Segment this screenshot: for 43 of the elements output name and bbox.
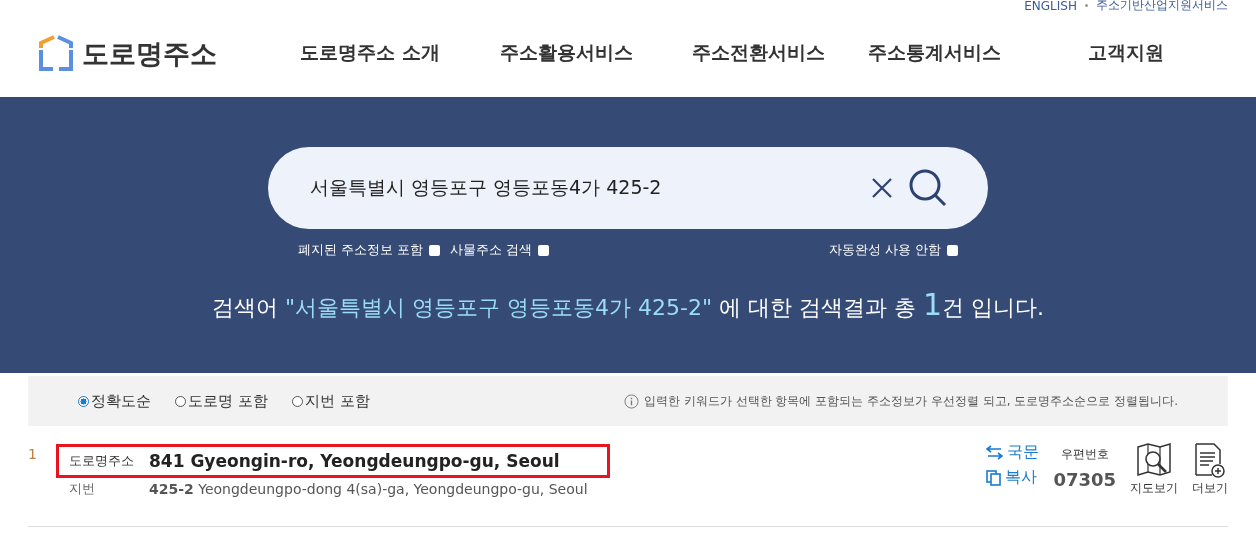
map-view-button[interactable]: 지도보기 — [1130, 442, 1178, 497]
copy-icon — [986, 469, 1002, 486]
nav-link[interactable]: 고객지원 — [1088, 39, 1188, 66]
radio-button[interactable] — [175, 395, 186, 407]
service-link[interactable]: 주소기반산업지원서비스 — [1096, 0, 1228, 14]
close-icon[interactable] — [870, 176, 894, 200]
road-address-label: 도로명주소 — [69, 452, 135, 470]
option-label: 사물주소 검색 — [450, 241, 533, 259]
result-summary: 검색어 "서울특별시 영등포구 영등포동4가 425-2" 에 대한 검색결과 총 1건 입니다. — [210, 287, 1046, 323]
zip-code: 07305 — [1053, 469, 1116, 490]
info-icon — [624, 393, 640, 409]
logo-text[interactable]: 도로명주소 — [82, 35, 217, 72]
nav-link[interactable]: 주소통계서비스 — [868, 39, 1088, 66]
result-number: 1 — [28, 446, 38, 464]
radio-button[interactable] — [78, 395, 89, 407]
more-button[interactable]: 더보기 — [1192, 442, 1228, 497]
language-link[interactable]: ENGLISH — [1024, 0, 1077, 13]
map-magnifier-icon — [1136, 442, 1172, 478]
search-field[interactable]: 서울특별시 영등포구 영등포동4가 425-2 — [308, 176, 856, 200]
korean-address-link[interactable]: 국문 — [986, 442, 1040, 463]
nav-link[interactable]: 도로명주소 소개 — [300, 39, 500, 66]
lot-address-label: 지번 — [69, 480, 96, 498]
separator-dot — [1085, 4, 1088, 7]
radio-label: 지번 포함 — [304, 391, 370, 411]
checkbox[interactable] — [947, 244, 958, 256]
option-label: 폐지된 주소정보 포함 — [298, 241, 424, 259]
checkbox[interactable] — [538, 244, 550, 256]
document-plus-icon — [1194, 442, 1226, 478]
nav-link[interactable]: 주소활용서비스 — [500, 39, 692, 66]
lot-address: 425-2 Yeongdeungpo-dong 4(sa)-ga, Yeongdeungpo-gu, Seoul — [149, 481, 588, 497]
radio-label: 도로명 포함 — [188, 391, 268, 411]
checkbox[interactable] — [429, 244, 441, 256]
copy-link[interactable]: 복사 — [986, 467, 1040, 488]
nav-link[interactable]: 주소전환서비스 — [692, 39, 868, 66]
radio-button[interactable] — [291, 395, 303, 407]
swap-arrows-icon — [986, 445, 1004, 460]
search-icon[interactable] — [908, 168, 948, 208]
sort-note: 입력한 키워드가 선택한 항목에 포함되는 주소정보가 우선정렬 되고, 도로명주소순으로 정렬됩니다. — [644, 392, 1178, 410]
radio-label: 정확도순 — [91, 391, 151, 411]
zip-label: 우편번호 — [1060, 446, 1109, 463]
option-label: 자동완성 사용 안함 — [828, 241, 941, 259]
house-logo-icon — [38, 33, 74, 72]
road-address: 841 Gyeongin-ro, Yeongdeungpo-gu, Seoul — [149, 451, 560, 471]
